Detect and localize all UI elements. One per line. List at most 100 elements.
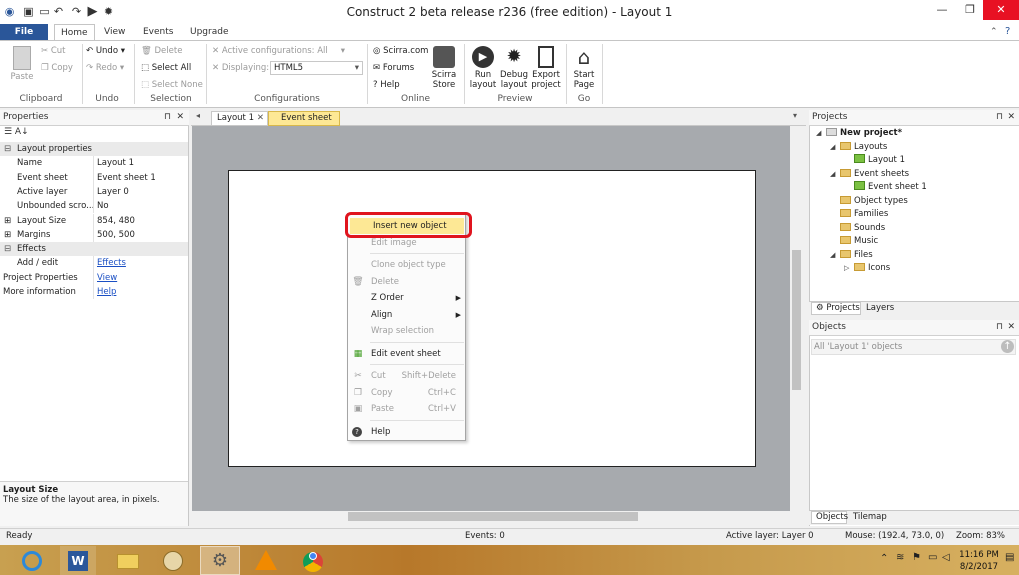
add-object-icon[interactable]: ↑ (1001, 340, 1014, 353)
delete-button[interactable]: 🗑 Delete (141, 46, 182, 56)
collapsed-arrow-icon[interactable]: ▷ (844, 262, 854, 275)
cut-button[interactable]: ✂ Cut (41, 46, 65, 56)
word-icon[interactable]: W (60, 546, 96, 575)
menu-item-paste[interactable]: ▣ Paste Ctrl+V (348, 401, 465, 417)
tab-events[interactable]: Events (137, 24, 179, 41)
property-row[interactable]: Unbounded scro... No (0, 199, 188, 214)
notifications-icon[interactable]: ▤ (1005, 552, 1014, 563)
property-link[interactable]: View (97, 271, 117, 285)
vertical-scroll-thumb[interactable] (792, 250, 801, 390)
collapse-icon[interactable]: ⊟ (4, 242, 11, 256)
vlc-icon[interactable] (248, 546, 284, 575)
scirra-link[interactable]: ◎ Scirra.com (373, 46, 428, 56)
property-row[interactable]: Active layer Layer 0 (0, 184, 188, 200)
tab-layers[interactable]: Layers (866, 303, 894, 313)
property-value[interactable]: Layout 1 (97, 156, 134, 170)
menu-item-align[interactable]: Align ▶ (348, 307, 465, 323)
redo-button[interactable]: ↷ Redo ▾ (86, 63, 124, 73)
restore-button[interactable]: ❐ (956, 0, 984, 20)
tree-item[interactable]: ◢ Files (816, 249, 1016, 263)
tree-item[interactable]: Layout 1 (816, 154, 1016, 168)
expand-icon[interactable]: ⊞ (4, 228, 11, 242)
layout-area[interactable] (228, 170, 756, 467)
property-category[interactable]: ⊟ Effects (0, 242, 188, 257)
tree-item[interactable]: ◢ Layouts (816, 141, 1016, 155)
menu-item-wrap-selection[interactable]: Wrap selection (348, 323, 465, 339)
property-link[interactable]: Help (97, 285, 116, 299)
tab-upgrade[interactable]: Upgrade (184, 24, 234, 41)
active-configurations-dropdown[interactable]: ✕ Active configurations: All ▾ (212, 46, 347, 56)
tree-item[interactable]: ◢ Event sheets (816, 168, 1016, 182)
menu-item-clone-object-type[interactable]: Clone object type (348, 257, 465, 273)
start-page-button[interactable]: ⌂ Start Page (570, 46, 598, 90)
battery-icon[interactable]: ▭ (928, 552, 937, 563)
copy-button[interactable]: ❐ Copy (41, 63, 73, 73)
ribbon-minimize-icon[interactable]: ⌃ (990, 27, 998, 37)
property-link[interactable]: Effects (97, 256, 126, 270)
objects-filter[interactable]: All 'Layout 1' objects (811, 339, 1016, 355)
flag-icon[interactable]: ⚑ (912, 552, 921, 563)
property-value[interactable]: 500, 500 (97, 228, 135, 242)
property-row[interactable]: Project Properties View (0, 270, 188, 285)
clock[interactable]: 11:16 PM 8/2/2017 (958, 549, 1000, 573)
menu-item-delete[interactable]: 🗑 Delete (348, 274, 465, 290)
property-row[interactable]: ⊞ Margins 500, 500 (0, 227, 188, 243)
chrome-icon[interactable] (295, 546, 331, 575)
minimize-button[interactable]: — (928, 0, 956, 20)
horizontal-scroll-thumb[interactable] (348, 512, 638, 521)
wifi-icon[interactable]: ≋ (896, 552, 904, 563)
undo-button[interactable]: ↶ Undo ▾ (86, 46, 125, 56)
help-circle-icon[interactable]: ? (1005, 26, 1010, 37)
collapse-icon[interactable]: ⊟ (4, 142, 11, 156)
debug-layout-button[interactable]: ✹ Debug layout (498, 46, 530, 90)
sort-categorized-icon[interactable]: ☰ A↓ (4, 127, 29, 137)
tab-tilemap[interactable]: Tilemap (853, 512, 887, 522)
property-row[interactable]: More information Help (0, 285, 188, 300)
property-row[interactable]: Name Layout 1 (0, 156, 188, 171)
internet-explorer-icon[interactable] (14, 546, 50, 575)
tree-item[interactable]: ◢ New project* (816, 127, 1016, 141)
close-button[interactable]: ✕ (983, 0, 1019, 20)
tree-item[interactable]: Sounds (816, 222, 1016, 236)
property-row[interactable]: Add / edit Effects (0, 256, 188, 271)
scirra-store-button[interactable]: Scirra Store (428, 46, 460, 90)
volume-icon[interactable]: ◁ (942, 552, 950, 563)
property-value[interactable]: Event sheet 1 (97, 171, 156, 185)
property-row[interactable]: Event sheet Event sheet 1 (0, 170, 188, 185)
menu-item-cut[interactable]: ✂ Cut Shift+Delete (348, 368, 465, 384)
file-explorer-icon[interactable] (110, 546, 146, 575)
property-value[interactable]: 854, 480 (97, 214, 135, 228)
run-layout-button[interactable]: ▶ Run layout (467, 46, 499, 90)
menu-item-copy[interactable]: ❐ Copy Ctrl+C (348, 385, 465, 401)
expanded-arrow-icon[interactable]: ◢ (830, 141, 840, 154)
tree-item[interactable]: Object types (816, 195, 1016, 209)
tab-event-sheet-1[interactable]: Event sheet 1 (268, 111, 340, 136)
tab-projects[interactable]: ⚙ Projects (811, 302, 861, 315)
select-none-button[interactable]: ⬚ Select None (141, 80, 203, 90)
select-all-button[interactable]: ⬚ Select All (141, 63, 191, 73)
expanded-arrow-icon[interactable]: ◢ (830, 168, 840, 181)
tray-chevron-icon[interactable]: ⌃ (880, 553, 888, 564)
menu-item-edit-event-sheet[interactable]: ▦ Edit event sheet (348, 346, 465, 362)
menu-item-z-order[interactable]: Z Order ▶ (348, 290, 465, 306)
tree-item[interactable]: Event sheet 1 (816, 181, 1016, 195)
tab-list-dropdown[interactable]: ▾ (793, 111, 797, 120)
property-value[interactable]: Layer 0 (97, 185, 129, 199)
paint-icon[interactable] (155, 546, 191, 575)
displaying-select[interactable]: HTML5 ▾ (270, 61, 363, 75)
menu-item-help[interactable]: ? Help (348, 424, 465, 440)
tab-layout-1[interactable]: Layout 1 ✕ (211, 111, 268, 126)
paste-button[interactable]: Paste (8, 46, 36, 82)
tree-item[interactable]: ▷ Icons (816, 262, 1016, 276)
expanded-arrow-icon[interactable]: ◢ (830, 249, 840, 262)
property-row[interactable]: ⊞ Layout Size 854, 480 (0, 213, 188, 228)
online-help-link[interactable]: ? Help (373, 80, 400, 90)
tab-home[interactable]: Home (54, 24, 95, 41)
property-value[interactable]: No (97, 199, 109, 213)
forums-link[interactable]: ✉ Forums (373, 63, 414, 73)
property-category[interactable]: ⊟ Layout properties (0, 142, 188, 157)
tree-item[interactable]: Music (816, 235, 1016, 249)
tab-file[interactable]: File (0, 24, 48, 41)
tab-objects[interactable]: Objects (811, 511, 848, 524)
expand-icon[interactable]: ⊞ (4, 214, 11, 228)
